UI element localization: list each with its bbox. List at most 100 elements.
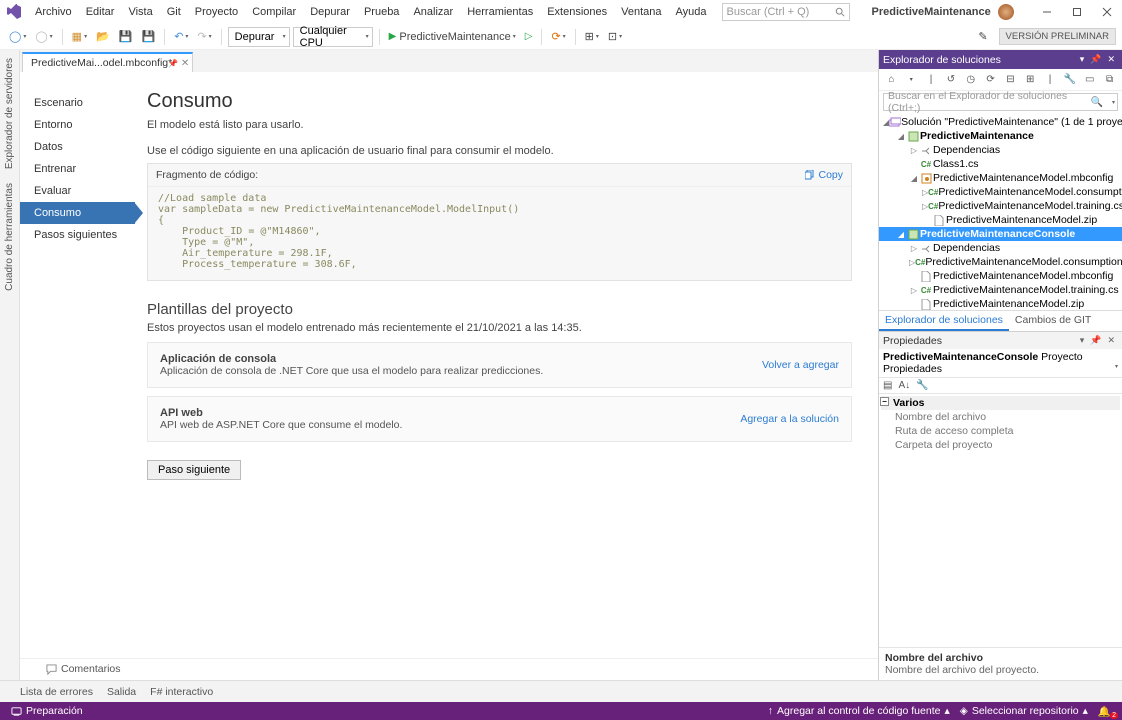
panel-dropdown-icon[interactable]: ▾ (1077, 335, 1088, 346)
status-repository[interactable]: ◈ Seleccionar repositorio ▴ (955, 705, 1093, 717)
menu-prueba[interactable]: Prueba (357, 0, 406, 24)
step-consumo[interactable]: Consumo (20, 202, 135, 224)
menu-analizar[interactable]: Analizar (406, 0, 460, 24)
menu-herramientas[interactable]: Herramientas (460, 0, 540, 24)
copy-button[interactable]: Copy (805, 169, 843, 181)
se-view-icon[interactable]: ⧉ (1101, 71, 1118, 88)
props-wrench-icon[interactable]: 🔧 (916, 380, 928, 391)
open-file-button[interactable]: 📂 (93, 27, 113, 47)
panel-pin-icon[interactable]: 📌 (1087, 54, 1104, 65)
status-source-control[interactable]: ↑ Agregar al control de código fuente ▴ (763, 705, 955, 717)
redo-button[interactable]: ↷▾ (194, 27, 214, 47)
tree-node[interactable]: PredictiveMaintenanceModel.zip (879, 297, 1122, 310)
properties-object-selector[interactable]: PredictiveMaintenanceConsole Proyecto Pr… (879, 349, 1122, 378)
expand-icon[interactable]: ▷ (909, 146, 919, 155)
step-entorno[interactable]: Entorno (20, 114, 135, 136)
solution-tree[interactable]: ◢Solución "PredictiveMaintenance" (1 de … (879, 113, 1122, 310)
toolbox-btn-1[interactable]: ⊞▾ (582, 27, 602, 47)
tree-node[interactable]: ▷Dependencias (879, 143, 1122, 157)
pin-icon[interactable]: 📌 (168, 59, 178, 68)
undo-button[interactable]: ↶▾ (171, 27, 191, 47)
menu-extensiones[interactable]: Extensiones (540, 0, 614, 24)
menu-depurar[interactable]: Depurar (303, 0, 357, 24)
close-button[interactable] (1092, 0, 1122, 24)
menu-ventana[interactable]: Ventana (614, 0, 668, 24)
close-icon[interactable]: ✕ (181, 58, 189, 69)
save-button[interactable]: 💾 (116, 27, 136, 47)
property-row[interactable]: Ruta de acceso completa (881, 424, 1120, 438)
se-caret-icon[interactable]: ▾ (903, 71, 920, 88)
se-sync-icon[interactable]: ↺ (942, 71, 959, 88)
se-home-icon[interactable]: ⌂ (883, 71, 900, 88)
tree-node[interactable]: ▷C#PredictiveMaintenanceModel.training.c… (879, 199, 1122, 213)
tab-error-list[interactable]: Lista de errores (20, 686, 93, 698)
tab-git-changes[interactable]: Cambios de GIT (1009, 311, 1097, 331)
menu-compilar[interactable]: Compilar (245, 0, 303, 24)
alphabetical-icon[interactable]: A↓ (898, 380, 910, 391)
rail-toolbox[interactable]: Cuadro de herramientas (2, 179, 17, 295)
tree-node[interactable]: PredictiveMaintenanceModel.mbconfig (879, 269, 1122, 283)
tree-node[interactable]: ◢PredictiveMaintenanceModel.mbconfig (879, 171, 1122, 185)
se-collapse-icon[interactable]: ⊟ (1002, 71, 1019, 88)
nav-fwd-button[interactable]: ◯▾ (32, 27, 55, 47)
tree-node[interactable]: C#Class1.cs (879, 157, 1122, 171)
collapse-icon[interactable]: ◢ (896, 132, 906, 141)
tree-node[interactable]: ▷C#PredictiveMaintenanceModel.training.c… (879, 283, 1122, 297)
step-entrenar[interactable]: Entrenar (20, 158, 135, 180)
collapse-icon[interactable]: ◢ (896, 230, 906, 239)
properties-grid[interactable]: − Varios Nombre del archivoRuta de acces… (879, 394, 1122, 454)
toolbox-btn-2[interactable]: ⊡▾ (605, 27, 625, 47)
categorize-icon[interactable]: ▤ (883, 380, 892, 391)
solution-explorer-search[interactable]: Buscar en el Explorador de soluciones (C… (883, 93, 1118, 111)
expand-icon[interactable]: ▷ (909, 244, 919, 253)
tree-node[interactable]: ◢Solución "PredictiveMaintenance" (1 de … (879, 115, 1122, 129)
se-properties-icon[interactable]: 🔧 (1061, 71, 1078, 88)
collapse-icon[interactable]: ◢ (909, 174, 919, 183)
panel-dropdown-icon[interactable]: ▾ (1077, 54, 1088, 65)
property-row[interactable]: Carpeta del proyecto (881, 438, 1120, 452)
step-escenario[interactable]: Escenario (20, 92, 135, 114)
menu-archivo[interactable]: Archivo (28, 0, 79, 24)
comments-bar[interactable]: Comentarios (46, 663, 121, 675)
feedback-button[interactable]: ✎ (975, 27, 990, 47)
next-step-button[interactable]: Paso siguiente (147, 460, 241, 480)
step-datos[interactable]: Datos (20, 136, 135, 158)
se-refresh-icon[interactable]: ⟳ (982, 71, 999, 88)
tab-solution-explorer[interactable]: Explorador de soluciones (879, 311, 1009, 331)
se-pending-icon[interactable]: ◷ (962, 71, 979, 88)
tree-node[interactable]: ▷C#PredictiveMaintenanceModel.consumptio… (879, 185, 1122, 199)
tree-node[interactable]: ◢PredictiveMaintenanceConsole (879, 227, 1122, 241)
tab-output[interactable]: Salida (107, 686, 136, 698)
rail-server-explorer[interactable]: Explorador de servidores (2, 54, 17, 173)
tree-node[interactable]: PredictiveMaintenanceModel.zip (879, 213, 1122, 227)
se-showall-icon[interactable]: ⊞ (1022, 71, 1039, 88)
menu-vista[interactable]: Vista (121, 0, 159, 24)
tree-node[interactable]: ▷Dependencias (879, 241, 1122, 255)
chevron-down-icon[interactable]: ▾ (1112, 99, 1115, 106)
property-category[interactable]: − Varios (881, 396, 1120, 410)
quick-search[interactable]: Buscar (Ctrl + Q) (722, 3, 850, 21)
status-notifications[interactable]: 🔔2 (1093, 705, 1116, 718)
template-action-link[interactable]: Agregar a la solución (740, 413, 839, 425)
start-debug-button[interactable]: ▶ PredictiveMaintenance▾ (386, 27, 519, 47)
minimize-button[interactable] (1032, 0, 1062, 24)
panel-pin-icon[interactable]: 📌 (1087, 335, 1104, 346)
maximize-button[interactable] (1062, 0, 1092, 24)
expand-icon[interactable]: ▷ (909, 286, 919, 295)
nav-back-button[interactable]: ◯▾ (6, 27, 29, 47)
template-action-link[interactable]: Volver a agregar (762, 359, 839, 371)
menu-proyecto[interactable]: Proyecto (188, 0, 245, 24)
start-nodebug-button[interactable]: ▷ (522, 27, 536, 47)
menu-git[interactable]: Git (160, 0, 188, 24)
panel-close-icon[interactable]: ✕ (1104, 54, 1118, 65)
config-combo[interactable]: Depurar▾ (228, 27, 290, 47)
property-row[interactable]: Nombre del archivo (881, 410, 1120, 424)
tree-node[interactable]: ▷C#PredictiveMaintenanceModel.consumptio… (879, 255, 1122, 269)
step-evaluar[interactable]: Evaluar (20, 180, 135, 202)
save-all-button[interactable]: 💾 (138, 27, 158, 47)
tree-node[interactable]: ◢PredictiveMaintenance (879, 129, 1122, 143)
new-project-button[interactable]: ▦▾ (69, 27, 90, 47)
user-avatar[interactable] (998, 4, 1014, 20)
document-tab[interactable]: PredictiveMai...odel.mbconfig* 📌 ✕ (22, 52, 193, 72)
hot-reload-button[interactable]: ⟳▾ (548, 27, 568, 47)
